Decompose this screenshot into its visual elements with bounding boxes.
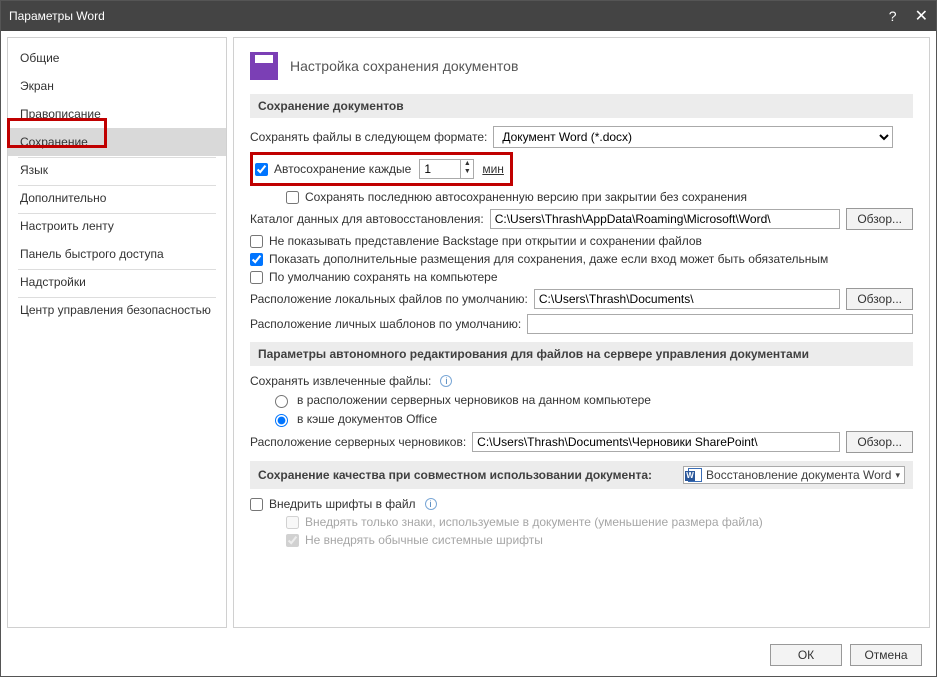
- cancel-button[interactable]: Отмена: [850, 644, 922, 666]
- help-icon[interactable]: ?: [889, 8, 897, 24]
- chevron-down-icon: ▾: [895, 470, 900, 481]
- content-panel: Настройка сохранения документов Сохранен…: [233, 37, 930, 628]
- no-system-fonts-label: Не внедрять обычные системные шрифты: [305, 533, 543, 547]
- titlebar: Параметры Word ? ✕: [1, 1, 936, 31]
- sidebar: Общие Экран Правописание Сохранение Язык…: [7, 37, 227, 628]
- server-drafts-input[interactable]: [472, 432, 840, 452]
- radio-office-cache[interactable]: [275, 414, 288, 427]
- target-document-select[interactable]: Восстановление документа Word ▾: [683, 466, 905, 484]
- page-title: Настройка сохранения документов: [290, 58, 518, 74]
- sidebar-item-addins[interactable]: Надстройки: [8, 268, 226, 296]
- embed-used-only-label: Внедрять только знаки, используемые в до…: [305, 515, 763, 529]
- no-backstage-checkbox[interactable]: Не показывать представление Backstage пр…: [250, 234, 702, 248]
- embed-used-only-checkbox: Внедрять только знаки, используемые в до…: [286, 515, 763, 529]
- section-quality-label: Сохранение качества при совместном испол…: [258, 468, 652, 482]
- show-additional-locations-checkbox[interactable]: Показать дополнительные размещения для с…: [250, 252, 828, 266]
- embed-fonts-checkbox[interactable]: Внедрить шрифты в файл: [250, 497, 416, 511]
- autosave-label: Автосохранение каждые: [274, 162, 411, 176]
- section-save-documents: Сохранение документов: [250, 94, 913, 118]
- default-save-computer-checkbox[interactable]: По умолчанию сохранять на компьютере: [250, 270, 498, 284]
- show-additional-label: Показать дополнительные размещения для с…: [269, 252, 828, 266]
- server-drafts-label: Расположение серверных черновиков:: [250, 435, 466, 449]
- sidebar-item-display[interactable]: Экран: [8, 72, 226, 100]
- browse-local-default-button[interactable]: Обзор...: [846, 288, 913, 310]
- local-default-label: Расположение локальных файлов по умолчан…: [250, 292, 528, 306]
- sidebar-item-customize-ribbon[interactable]: Настроить ленту: [8, 212, 226, 240]
- format-select[interactable]: Документ Word (*.docx): [493, 126, 893, 148]
- browse-server-drafts-button[interactable]: Обзор...: [846, 431, 913, 453]
- extracted-files-label: Сохранять извлеченные файлы:: [250, 374, 431, 388]
- section-offline-editing: Параметры автономного редактирования для…: [250, 342, 913, 366]
- autosave-interval-input[interactable]: [420, 160, 460, 178]
- spin-up-icon[interactable]: ▲: [461, 160, 473, 168]
- highlight-frame-autosave: Автосохранение каждые ▲▼ мин: [250, 152, 513, 186]
- local-default-input[interactable]: [534, 289, 840, 309]
- spin-down-icon[interactable]: ▼: [461, 168, 473, 176]
- personal-templates-input[interactable]: [527, 314, 913, 334]
- autorecover-dir-input[interactable]: [490, 209, 841, 229]
- sidebar-item-label: Общие: [20, 51, 59, 65]
- no-system-fonts-checkbox: Не внедрять обычные системные шрифты: [286, 533, 543, 547]
- keep-last-autosave-checkbox[interactable]: Сохранять последнюю автосохраненную верс…: [286, 190, 747, 204]
- ok-button[interactable]: ОК: [770, 644, 842, 666]
- close-icon[interactable]: ✕: [915, 6, 928, 26]
- autosave-unit: мин: [482, 162, 504, 176]
- browse-autorecover-button[interactable]: Обзор...: [846, 208, 913, 230]
- section-sharing-quality: Сохранение качества при совместном испол…: [250, 461, 913, 489]
- info-icon[interactable]: i: [440, 375, 452, 387]
- info-icon[interactable]: i: [425, 498, 437, 510]
- sidebar-item-advanced[interactable]: Дополнительно: [8, 184, 226, 212]
- autorecover-dir-label: Каталог данных для автовосстановления:: [250, 212, 484, 226]
- save-icon: [250, 52, 278, 80]
- window-title: Параметры Word: [9, 9, 105, 23]
- sidebar-item-label: Центр управления безопасностью: [20, 303, 211, 317]
- sidebar-item-general[interactable]: Общие: [8, 44, 226, 72]
- autosave-checkbox[interactable]: Автосохранение каждые: [255, 162, 411, 176]
- sidebar-item-label: Сохранение: [20, 135, 88, 149]
- word-document-icon: [688, 468, 702, 482]
- sidebar-item-label: Надстройки: [20, 275, 86, 289]
- sidebar-item-proofing[interactable]: Правописание: [8, 100, 226, 128]
- sidebar-item-label: Панель быстрого доступа: [20, 247, 164, 261]
- format-label: Сохранять файлы в следующем формате:: [250, 130, 487, 144]
- sidebar-item-label: Дополнительно: [20, 191, 106, 205]
- sidebar-item-label: Язык: [20, 163, 48, 177]
- embed-fonts-label: Внедрить шрифты в файл: [269, 497, 416, 511]
- radio-server-drafts-local[interactable]: [275, 395, 288, 408]
- sidebar-item-trust-center[interactable]: Центр управления безопасностью: [8, 296, 226, 324]
- radio-cache-label: в кэше документов Office: [297, 412, 437, 426]
- no-backstage-label: Не показывать представление Backstage пр…: [269, 234, 702, 248]
- dialog-footer: ОК Отмена: [1, 634, 936, 676]
- keep-last-label: Сохранять последнюю автосохраненную верс…: [305, 190, 747, 204]
- autosave-interval-stepper[interactable]: ▲▼: [419, 159, 474, 179]
- default-save-computer-label: По умолчанию сохранять на компьютере: [269, 270, 498, 284]
- target-document-value: Восстановление документа Word: [706, 468, 891, 482]
- sidebar-item-language[interactable]: Язык: [8, 156, 226, 184]
- radio-local-label: в расположении серверных черновиков на д…: [297, 393, 651, 407]
- sidebar-item-save[interactable]: Сохранение: [8, 128, 226, 156]
- personal-templates-label: Расположение личных шаблонов по умолчани…: [250, 317, 521, 331]
- sidebar-item-label: Настроить ленту: [20, 219, 114, 233]
- sidebar-item-label: Экран: [20, 79, 54, 93]
- sidebar-item-label: Правописание: [20, 107, 101, 121]
- sidebar-item-qat[interactable]: Панель быстрого доступа: [8, 240, 226, 268]
